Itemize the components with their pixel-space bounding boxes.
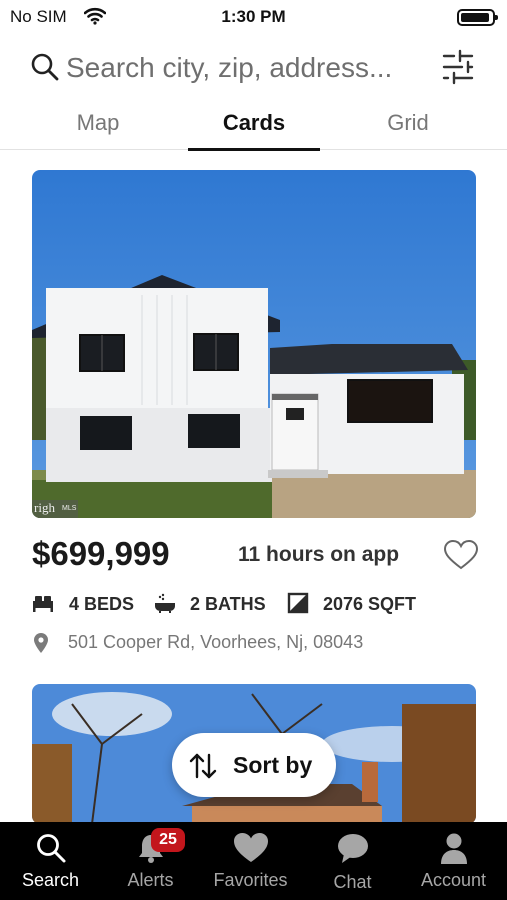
listing-photo[interactable]: righ MLS	[32, 170, 476, 518]
beds-label: 4 BEDS	[69, 594, 135, 614]
baths-label: 2 BATHS	[190, 594, 266, 614]
bottom-tab-bar: Search Alerts Favorites Chat Account	[0, 822, 507, 900]
tabbar-account-label: Account	[420, 870, 487, 890]
tab-map-label: Map	[76, 110, 120, 135]
house-photo-illustration	[32, 170, 476, 518]
sqft-label: 2076 SQFT	[323, 594, 417, 614]
status-bar: No SIM 1:30 PM	[0, 0, 507, 34]
search-icon	[31, 53, 59, 81]
time-on-app: 11 hours on app	[238, 543, 400, 566]
search-bar	[0, 40, 507, 96]
address-text: 501 Cooper Rd, Voorhees, Nj, 08043	[68, 632, 364, 652]
sort-arrows-icon	[189, 753, 217, 779]
bathtub-icon	[155, 593, 175, 613]
search-icon	[36, 834, 65, 863]
location-pin-icon	[34, 633, 48, 653]
battery-icon	[457, 9, 498, 26]
view-tabs: Map Cards Grid	[0, 102, 507, 151]
tabbar-favorites-label: Favorites	[213, 870, 288, 890]
tabbar-alerts-label: Alerts	[127, 870, 174, 890]
tab-grid-label: Grid	[387, 110, 429, 135]
tabbar-search-label: Search	[21, 870, 80, 890]
heart-icon	[233, 833, 268, 862]
tabbar-account[interactable]: Account	[403, 822, 504, 900]
tab-cards-label: Cards	[222, 110, 286, 135]
bed-icon	[33, 596, 53, 612]
chat-bubble-icon	[337, 834, 368, 863]
tab-cards[interactable]: Cards	[188, 110, 320, 151]
search-input[interactable]	[66, 46, 426, 90]
tabbar-favorites[interactable]: Favorites	[200, 822, 301, 900]
active-tab-indicator	[188, 148, 320, 151]
favorite-heart-icon[interactable]	[444, 540, 478, 570]
photo-watermark: righ	[34, 500, 55, 515]
battery-nub	[495, 15, 498, 20]
person-icon	[440, 833, 467, 864]
sort-label: Sort by	[233, 752, 313, 778]
filter-sliders-icon[interactable]	[440, 48, 476, 86]
area-icon	[287, 592, 309, 614]
alerts-badge: 25	[151, 828, 185, 852]
tab-grid[interactable]: Grid	[358, 110, 458, 150]
tab-map[interactable]: Map	[48, 110, 148, 150]
listing-price: $699,999	[32, 535, 170, 572]
battery-fill	[461, 13, 489, 22]
clock: 1:30 PM	[221, 7, 286, 26]
tabbar-search[interactable]: Search	[0, 822, 101, 900]
tabbar-chat[interactable]: Chat	[302, 822, 403, 900]
sort-button[interactable]: Sort by	[172, 733, 336, 797]
photo-watermark-mls: MLS	[62, 505, 77, 512]
tabbar-chat-label: Chat	[333, 872, 372, 892]
